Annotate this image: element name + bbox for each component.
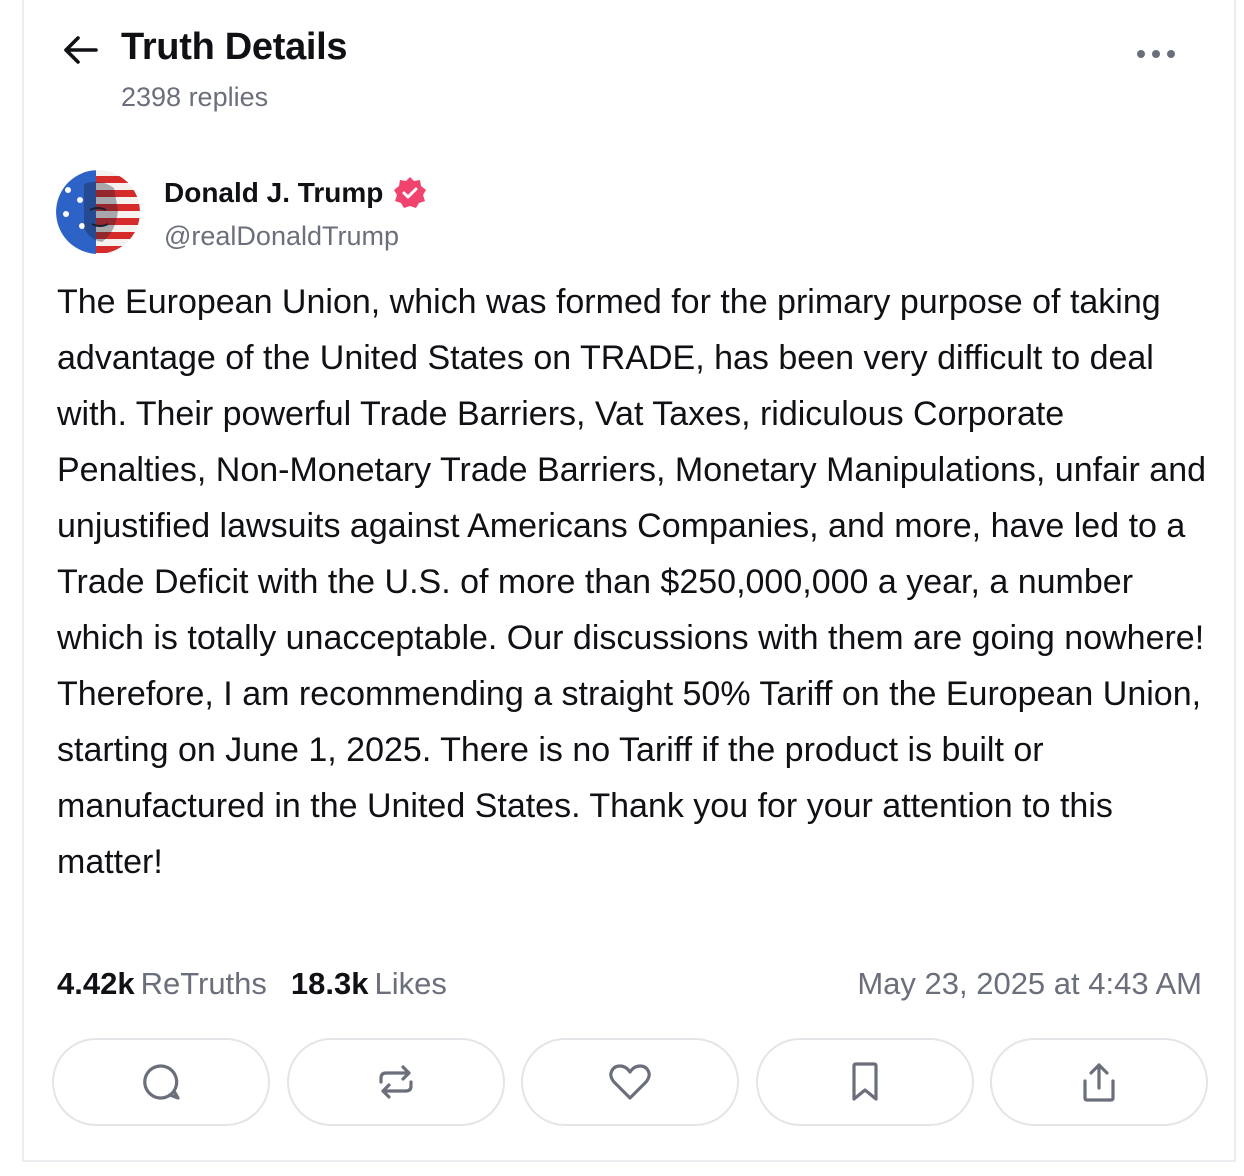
retruths-label: ReTruths <box>140 966 267 1001</box>
author-name[interactable]: Donald J. Trump <box>164 176 427 210</box>
share-icon <box>1081 1061 1117 1103</box>
reply-button[interactable] <box>52 1038 270 1126</box>
retruth-button[interactable] <box>286 1038 505 1126</box>
bookmark-icon <box>849 1062 881 1102</box>
likes-label: Likes <box>374 966 447 1001</box>
retruth-icon <box>375 1062 417 1102</box>
share-button[interactable] <box>990 1038 1208 1126</box>
action-bar <box>52 1038 1208 1126</box>
likes-stat[interactable]: 18.3k Likes <box>291 966 447 1002</box>
post-timestamp: May 23, 2025 at 4:43 AM <box>857 966 1202 1001</box>
post-text: The European Union, which was formed for… <box>57 283 1207 881</box>
avatar[interactable] <box>56 170 140 254</box>
like-button[interactable] <box>521 1038 739 1126</box>
arrow-left-icon <box>62 35 98 65</box>
more-options-button[interactable] <box>1132 36 1180 72</box>
author-handle[interactable]: @realDonaldTrump <box>164 221 399 252</box>
page-title: Truth Details <box>121 26 348 68</box>
verified-badge-icon <box>393 176 427 210</box>
more-dots-icon <box>1136 49 1176 59</box>
author-name-text: Donald J. Trump <box>164 177 384 208</box>
reply-count: 2398 replies <box>121 82 269 112</box>
like-heart-icon <box>609 1063 651 1101</box>
bookmark-button[interactable] <box>755 1038 974 1126</box>
likes-count: 18.3k <box>290 966 369 1001</box>
retruths-stat[interactable]: 4.42k ReTruths <box>57 966 267 1002</box>
reply-icon <box>141 1062 181 1102</box>
back-button[interactable] <box>60 30 100 70</box>
retruths-count: 4.42k <box>57 966 135 1001</box>
post-stats: 4.42k ReTruths 18.3k Likes <box>57 966 447 1002</box>
